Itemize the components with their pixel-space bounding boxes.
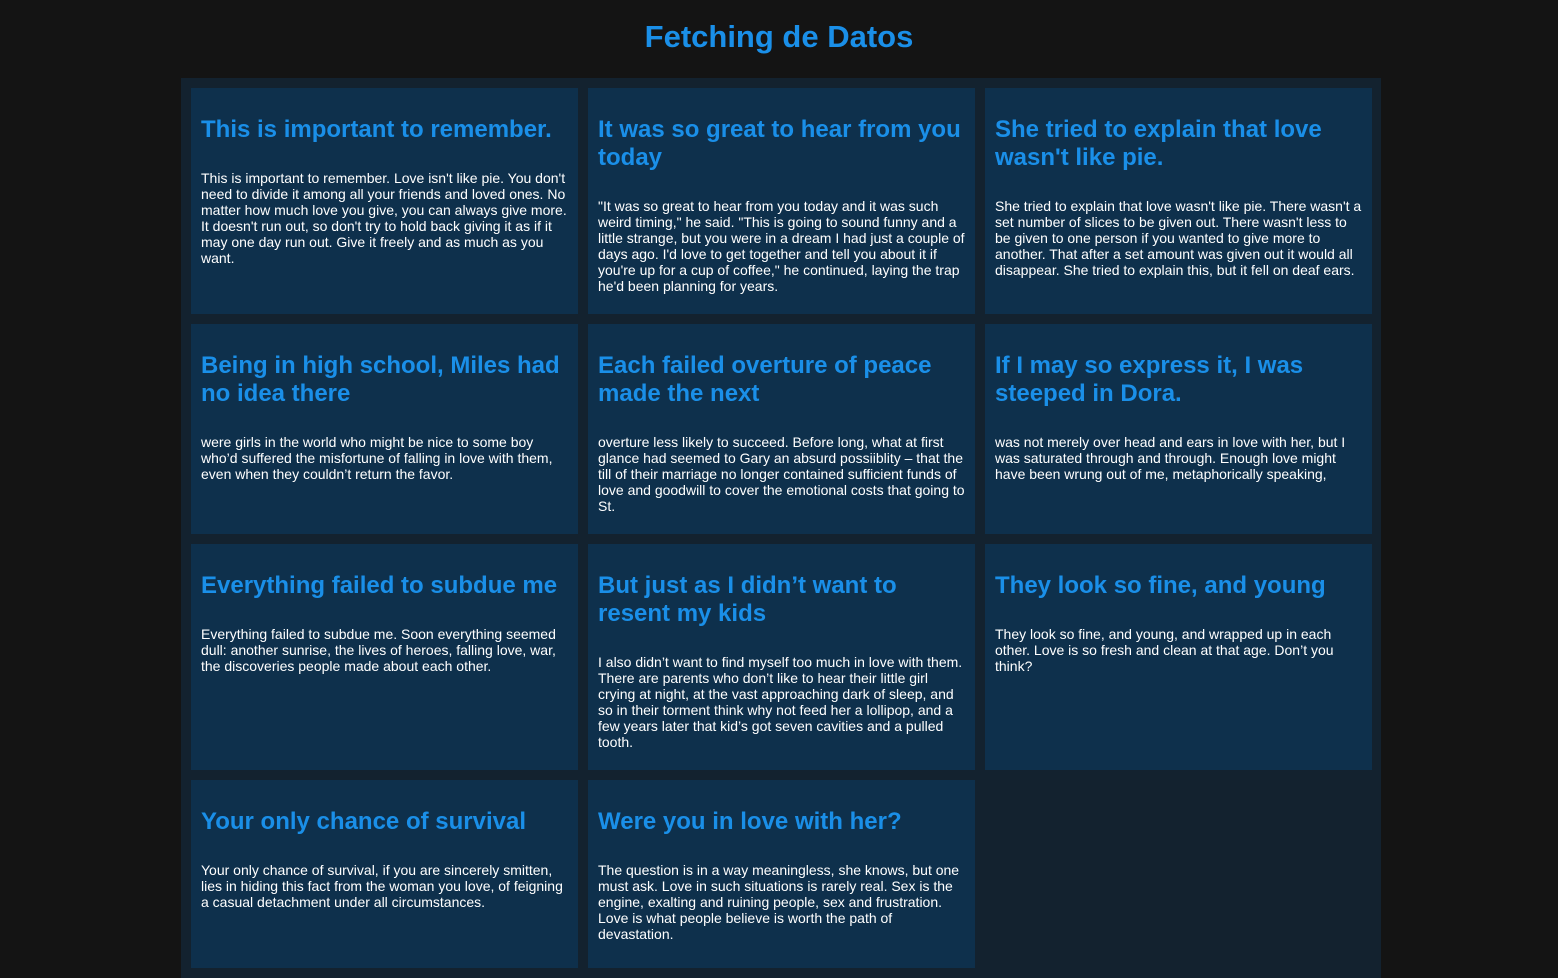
- post-title: Each failed overture of peace made the n…: [598, 352, 932, 407]
- card-grid: This is important to remember. This is i…: [181, 78, 1381, 978]
- post-card: It was so great to hear from you today "…: [588, 88, 975, 314]
- page-title: Fetching de Datos: [644, 19, 914, 54]
- post-title: This is important to remember.: [201, 116, 552, 143]
- post-title: Your only chance of survival: [201, 808, 526, 835]
- post-card: She tried to explain that love wasn't li…: [985, 88, 1372, 314]
- post-body: She tried to explain that love wasn't li…: [995, 198, 1362, 278]
- post-title: But just as I didn’t want to resent my k…: [598, 572, 897, 627]
- post-body: This is important to remember. Love isn'…: [201, 170, 567, 266]
- post-card: Were you in love with her? The question …: [588, 780, 975, 968]
- post-body: was not merely over head and ears in lov…: [995, 434, 1346, 482]
- post-body: overture less likely to succeed. Before …: [598, 434, 965, 514]
- post-body: "It was so great to hear from you today …: [598, 198, 965, 294]
- post-card: Each failed overture of peace made the n…: [588, 324, 975, 534]
- post-body: were girls in the world who might be nic…: [201, 434, 553, 482]
- post-card: But just as I didn’t want to resent my k…: [588, 544, 975, 770]
- post-card: They look so fine, and young They look s…: [985, 544, 1372, 770]
- post-body: Everything failed to subdue me. Soon eve…: [201, 626, 556, 674]
- post-card: Being in high school, Miles had no idea …: [191, 324, 578, 534]
- post-card: Everything failed to subdue me Everythin…: [191, 544, 578, 770]
- post-title: Everything failed to subdue me: [201, 572, 558, 599]
- post-card: Your only chance of survival Your only c…: [191, 780, 578, 968]
- post-card: If I may so express it, I was steeped in…: [985, 324, 1372, 534]
- post-body: I also didn’t want to find myself too mu…: [598, 654, 963, 750]
- post-body: Your only chance of survival, if you are…: [201, 862, 563, 910]
- post-body: The question is in a way meaningless, sh…: [598, 862, 960, 942]
- post-title: She tried to explain that love wasn't li…: [995, 116, 1322, 171]
- post-card: This is important to remember. This is i…: [191, 88, 578, 314]
- post-title: They look so fine, and young: [995, 572, 1326, 599]
- post-body: They look so fine, and young, and wrappe…: [995, 626, 1334, 674]
- post-title: It was so great to hear from you today: [598, 116, 961, 171]
- post-title: If I may so express it, I was steeped in…: [995, 352, 1304, 407]
- post-title: Were you in love with her?: [598, 808, 902, 835]
- post-title: Being in high school, Miles had no idea …: [201, 352, 560, 407]
